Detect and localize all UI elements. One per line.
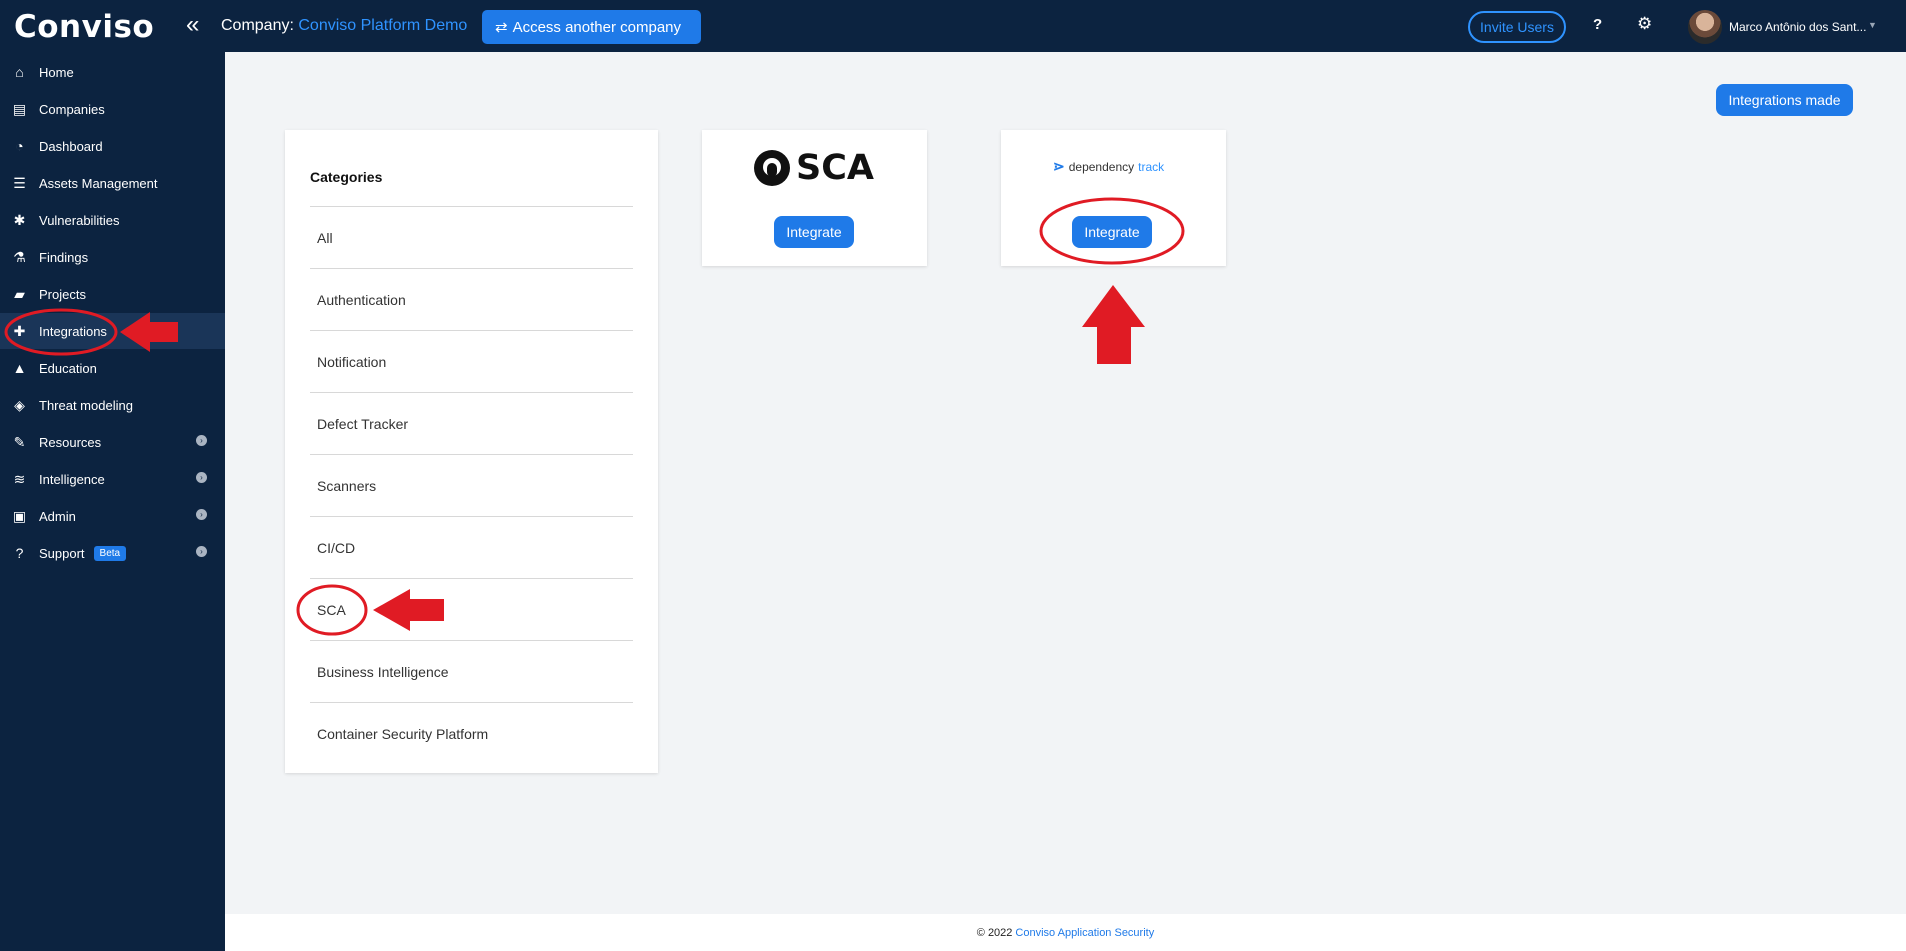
sidebar-item-findings[interactable]: ⚗ Findings	[0, 239, 225, 275]
integrate-button-sca[interactable]: Integrate	[774, 216, 854, 248]
sidebar-item-integrations[interactable]: ✚ Integrations	[0, 313, 225, 349]
wrench-icon: ✎	[13, 433, 26, 450]
sidebar-item-label: Assets Management	[39, 175, 158, 191]
categories-title: Categories	[310, 169, 383, 185]
sidebar-item-education[interactable]: ▲ Education	[0, 350, 225, 386]
footer: © 2022 Conviso Application Security	[225, 914, 1906, 951]
sidebar-item-threat-modeling[interactable]: ◈ Threat modeling	[0, 387, 225, 423]
sidebar-item-label: Intelligence	[39, 471, 105, 487]
sidebar-item-label: Integrations	[39, 323, 107, 339]
sidebar-item-label: Home	[39, 64, 74, 80]
database-icon: ≋	[13, 470, 26, 487]
help-icon[interactable]: ?	[1593, 16, 1602, 33]
company-name[interactable]: Conviso Platform Demo	[298, 17, 467, 34]
integrate-button-dependency-track[interactable]: Integrate	[1072, 216, 1152, 248]
beta-badge: Beta	[93, 545, 127, 561]
briefcase-icon: ▣	[12, 507, 27, 524]
sidebar-item-home[interactable]: ⌂ Home	[0, 54, 225, 90]
category-item-ci-cd[interactable]: CI/CD	[310, 516, 633, 578]
github-sca-logo: SCA	[754, 148, 874, 188]
conviso-logo[interactable]: Conviso	[14, 9, 154, 45]
sidebar-item-label: Education	[39, 360, 97, 376]
sidebar-item-label: Support	[39, 545, 85, 561]
sidebar-item-projects[interactable]: ▰ Projects	[0, 276, 225, 312]
dependency-track-logo: ⋗ dependency track	[1053, 158, 1164, 175]
server-icon: ☰	[13, 174, 26, 191]
category-item-business-intelligence[interactable]: Business Intelligence	[310, 640, 633, 702]
shield-icon: ◈	[14, 396, 25, 413]
sidebar-item-resources[interactable]: ✎ Resources ›	[0, 424, 225, 460]
user-name[interactable]: Marco Antônio dos Sant...	[1729, 20, 1866, 34]
company-indicator: Company: Conviso Platform Demo	[221, 17, 467, 35]
swap-arrows-icon: ⇄	[495, 19, 508, 36]
question-circle-icon: ?	[15, 545, 24, 561]
sidebar-item-dashboard[interactable]: ◔ Dashboard	[0, 128, 225, 164]
graduation-cap-icon: ▲	[12, 360, 27, 376]
building-icon: ▤	[12, 100, 27, 117]
footer-link[interactable]: Conviso Application Security	[1015, 927, 1154, 939]
invite-users-button[interactable]: Invite Users	[1468, 11, 1566, 43]
category-item-authentication[interactable]: Authentication	[310, 268, 633, 330]
flask-icon: ⚗	[13, 248, 26, 265]
category-item-notification[interactable]: Notification	[310, 330, 633, 392]
puzzle-icon: ✚	[13, 322, 26, 339]
sidebar-item-label: Companies	[39, 101, 105, 117]
sca-logo-text: SCA	[796, 148, 874, 188]
categories-panel: Categories All Authentication Notificati…	[285, 130, 658, 773]
sidebar-item-label: Vulnerabilities	[39, 212, 120, 228]
access-another-company-button[interactable]: ⇄ Access another company	[482, 10, 701, 44]
category-item-container-security-platform[interactable]: Container Security Platform	[310, 702, 633, 764]
sidebar-item-label: Resources	[39, 434, 102, 450]
category-item-scanners[interactable]: Scanners	[310, 454, 633, 516]
integration-card-sca: SCA Integrate	[702, 130, 927, 266]
sidebar-item-label: Findings	[39, 249, 89, 265]
category-item-all[interactable]: All	[310, 206, 633, 268]
sidebar-item-admin[interactable]: ▣ Admin ›	[0, 498, 225, 534]
chevron-right-icon[interactable]: ›	[196, 546, 207, 557]
sidebar-item-companies[interactable]: ▤ Companies	[0, 91, 225, 127]
sidebar-item-support[interactable]: ? Support Beta ›	[0, 535, 225, 571]
chevron-down-icon[interactable]: ▼	[1868, 20, 1877, 30]
category-item-defect-tracker[interactable]: Defect Tracker	[310, 392, 633, 454]
access-button-label: Access another company	[512, 18, 681, 36]
chevron-right-icon[interactable]: ›	[196, 472, 207, 483]
bug-icon: ✱	[13, 211, 26, 228]
chevron-right-icon[interactable]: ›	[196, 435, 207, 446]
sidebar-item-assets-management[interactable]: ☰ Assets Management	[0, 165, 225, 201]
github-icon	[754, 150, 790, 186]
category-item-sca[interactable]: SCA	[310, 578, 633, 640]
chevron-right-icon[interactable]: ›	[196, 509, 207, 520]
dependency-track-mark-icon: ⋗	[1053, 158, 1065, 174]
gear-icon[interactable]: ⚙	[1637, 14, 1652, 34]
integrations-made-button[interactable]: Integrations made	[1716, 84, 1853, 116]
dt-logo-text: dependency	[1068, 159, 1135, 174]
sidebar-item-intelligence[interactable]: ≋ Intelligence ›	[0, 461, 225, 497]
avatar[interactable]	[1688, 10, 1722, 44]
double-chevron-left-icon[interactable]: «	[186, 13, 199, 37]
company-label: Company:	[221, 17, 294, 34]
sidebar-item-label: Dashboard	[39, 138, 103, 154]
dt-logo-accent: track	[1138, 159, 1165, 174]
gauge-icon: ◔	[15, 138, 24, 154]
home-icon: ⌂	[15, 64, 24, 80]
sidebar-item-label: Admin	[39, 508, 76, 524]
folder-icon: ▰	[14, 285, 25, 302]
sidebar-item-vulnerabilities[interactable]: ✱ Vulnerabilities	[0, 202, 225, 238]
sidebar-item-label: Threat modeling	[39, 397, 133, 413]
integration-card-dependency-track: ⋗ dependency track Integrate	[1001, 130, 1226, 266]
sidebar: ⌂ Home ▤ Companies ◔ Dashboard ☰ Assets …	[0, 52, 225, 951]
footer-copyright: © 2022	[976, 926, 1013, 939]
sidebar-item-label: Projects	[39, 286, 86, 302]
top-bar: Conviso « Company: Conviso Platform Demo…	[0, 0, 1906, 52]
